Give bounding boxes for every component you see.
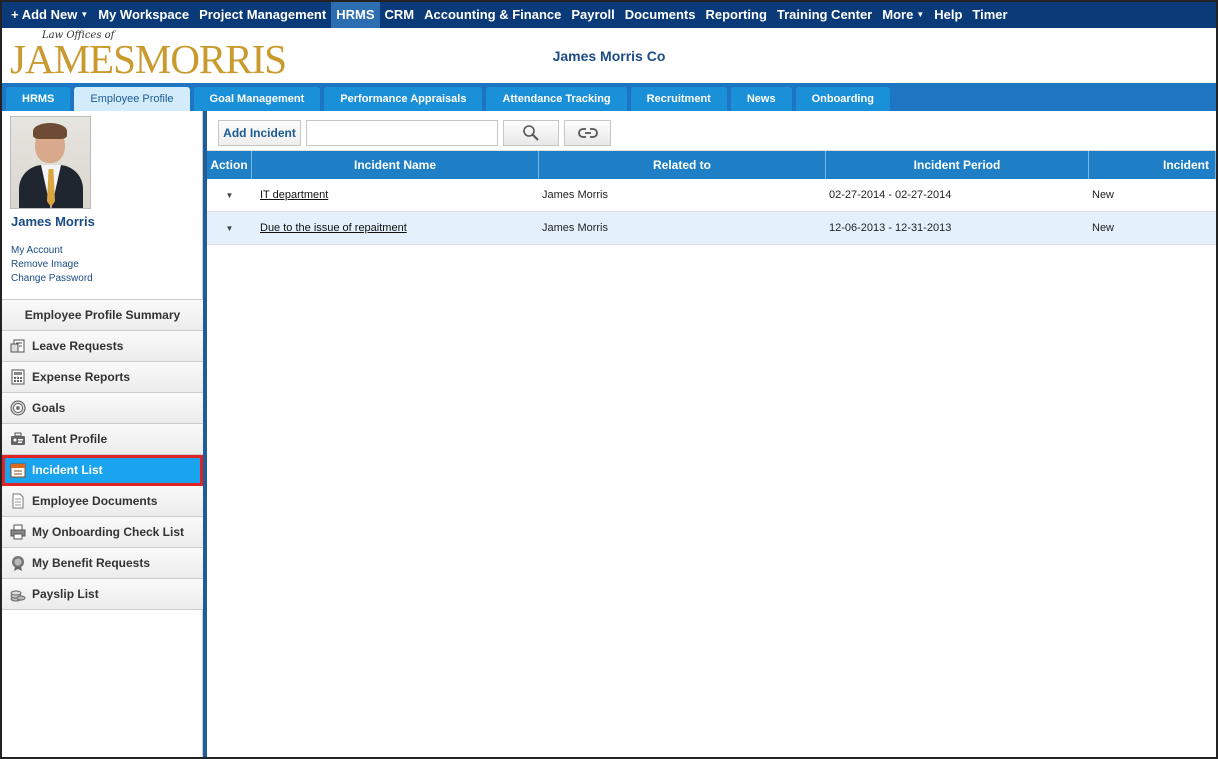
row-action-dropdown[interactable]: ▼ [207,212,252,245]
chevron-down-icon: ▼ [225,191,234,200]
coins-icon [10,586,26,602]
nav-training-center[interactable]: Training Center [772,2,877,28]
nav-timer[interactable]: Timer [967,2,1012,28]
sidebar-item-label: Employee Profile Summary [24,308,181,322]
module-tabs: HRMS Employee Profile Goal Management Pe… [2,83,1216,111]
sidebar-item-incident-list[interactable]: Incident List [2,455,203,486]
sidebar-item-expense-reports[interactable]: Expense Reports [2,362,203,393]
column-header-incident-name[interactable]: Incident Name [252,151,539,179]
grid-header: Action Incident Name Related to Incident… [207,151,1216,179]
badge-icon [10,555,26,571]
sidebar-item-label: Payslip List [32,587,99,601]
sidebar-item-label: Incident List [32,463,103,477]
incident-period-cell: 12-06-2013 - 12-31-2013 [829,222,952,234]
table-row: ▼ Due to the issue of repaitment James M… [207,212,1216,245]
tab-attendance-tracking[interactable]: Attendance Tracking [486,87,627,111]
incident-name-link[interactable]: IT department [260,189,328,201]
related-to-cell: James Morris [542,222,609,234]
nav-crm[interactable]: CRM [380,2,420,28]
top-nav: + Add New ▼ My Workspace Project Manageme… [2,2,1216,28]
link-icon [577,128,598,138]
sidebar-item-label: My Benefit Requests [32,556,151,570]
sidebar-item-leave-requests[interactable]: Leave Requests [2,331,203,362]
search-icon [523,125,539,141]
remove-image-link[interactable]: Remove Image [11,258,93,272]
sidebar-item-label: Leave Requests [32,339,124,353]
header: Law Offices of JAMESMORRIS James Morris … [2,28,1216,83]
tab-goal-management[interactable]: Goal Management [193,87,321,111]
chevron-down-icon: ▼ [916,10,925,19]
chevron-down-icon: ▼ [80,10,89,19]
sidebar-item-talent-profile[interactable]: Talent Profile [2,424,203,455]
sidebar-item-label: Goals [32,401,66,415]
column-header-incident-period[interactable]: Incident Period [826,151,1089,179]
column-header-incident-status[interactable]: Incident [1089,151,1216,179]
sidebar-item-benefit-requests[interactable]: My Benefit Requests [2,548,203,579]
sidebar-item-goals[interactable]: Goals [2,393,203,424]
sidebar-item-onboarding-check-list[interactable]: My Onboarding Check List [2,517,203,548]
user-links: My Account Remove Image Change Password [11,244,93,286]
main-content: Add Incident Action Incident Name Relate… [207,111,1216,757]
leave-icon [10,338,26,354]
nav-help[interactable]: Help [929,2,967,28]
sidebar-item-label: Employee Documents [32,494,158,508]
company-name: James Morris Co [552,48,666,64]
incident-status-cell: New [1092,189,1115,201]
tab-onboarding[interactable]: Onboarding [795,87,890,111]
sidebar-item-employee-profile-summary[interactable]: Employee Profile Summary [2,300,203,331]
calendar-icon [10,462,26,478]
incident-grid: Action Incident Name Related to Incident… [207,151,1216,245]
row-action-dropdown[interactable]: ▼ [207,179,252,212]
table-row: ▼ IT department James Morris 02-27-2014 … [207,179,1216,212]
incident-name-link[interactable]: Due to the issue of repaitment [260,222,407,234]
nav-hrms[interactable]: HRMS [331,2,380,28]
reset-button[interactable] [564,120,611,146]
nav-documents[interactable]: Documents [620,2,701,28]
chevron-down-icon: ▼ [225,224,234,233]
tab-recruitment[interactable]: Recruitment [630,87,727,111]
add-incident-button[interactable]: Add Incident [218,120,301,146]
nav-payroll[interactable]: Payroll [566,2,619,28]
nav-more[interactable]: More ▼ [877,2,929,28]
sidebar-item-label: Talent Profile [32,432,108,446]
sidebar-item-label: My Onboarding Check List [32,525,185,539]
nav-add-new[interactable]: + Add New ▼ [6,2,93,28]
sidebar-item-label: Expense Reports [32,370,131,384]
my-account-link[interactable]: My Account [11,244,93,258]
printer-icon [10,524,26,540]
expense-icon [10,369,26,385]
change-password-link[interactable]: Change Password [11,272,93,286]
tab-employee-profile[interactable]: Employee Profile [74,87,190,111]
nav-project-management[interactable]: Project Management [194,2,331,28]
incident-period-cell: 02-27-2014 - 02-27-2014 [829,189,952,201]
related-to-cell: James Morris [542,189,609,201]
nav-my-workspace[interactable]: My Workspace [93,2,194,28]
search-input[interactable] [306,120,498,146]
app-window: + Add New ▼ My Workspace Project Manageme… [0,0,1218,759]
nav-reporting[interactable]: Reporting [701,2,772,28]
sidebar-item-employee-documents[interactable]: Employee Documents [2,486,203,517]
nav-accounting-finance[interactable]: Accounting & Finance [419,2,566,28]
incident-status-cell: New [1092,222,1115,234]
avatar[interactable] [10,116,91,209]
sidebar-item-payslip-list[interactable]: Payslip List [2,579,203,610]
talent-icon [10,431,26,447]
toolbar: Add Incident [207,111,1216,151]
search-button[interactable] [503,120,559,146]
sidebar: James Morris My Account Remove Image Cha… [2,111,203,757]
tab-performance-appraisals[interactable]: Performance Appraisals [324,87,483,111]
target-icon [10,400,26,416]
document-icon [10,493,26,509]
column-header-action[interactable]: Action [207,151,252,179]
tab-news[interactable]: News [730,87,792,111]
column-header-related-to[interactable]: Related to [539,151,826,179]
sidebar-menu: Employee Profile Summary Leave Requests … [2,299,203,610]
tab-hrms[interactable]: HRMS [6,87,71,111]
user-name: James Morris [11,214,95,229]
